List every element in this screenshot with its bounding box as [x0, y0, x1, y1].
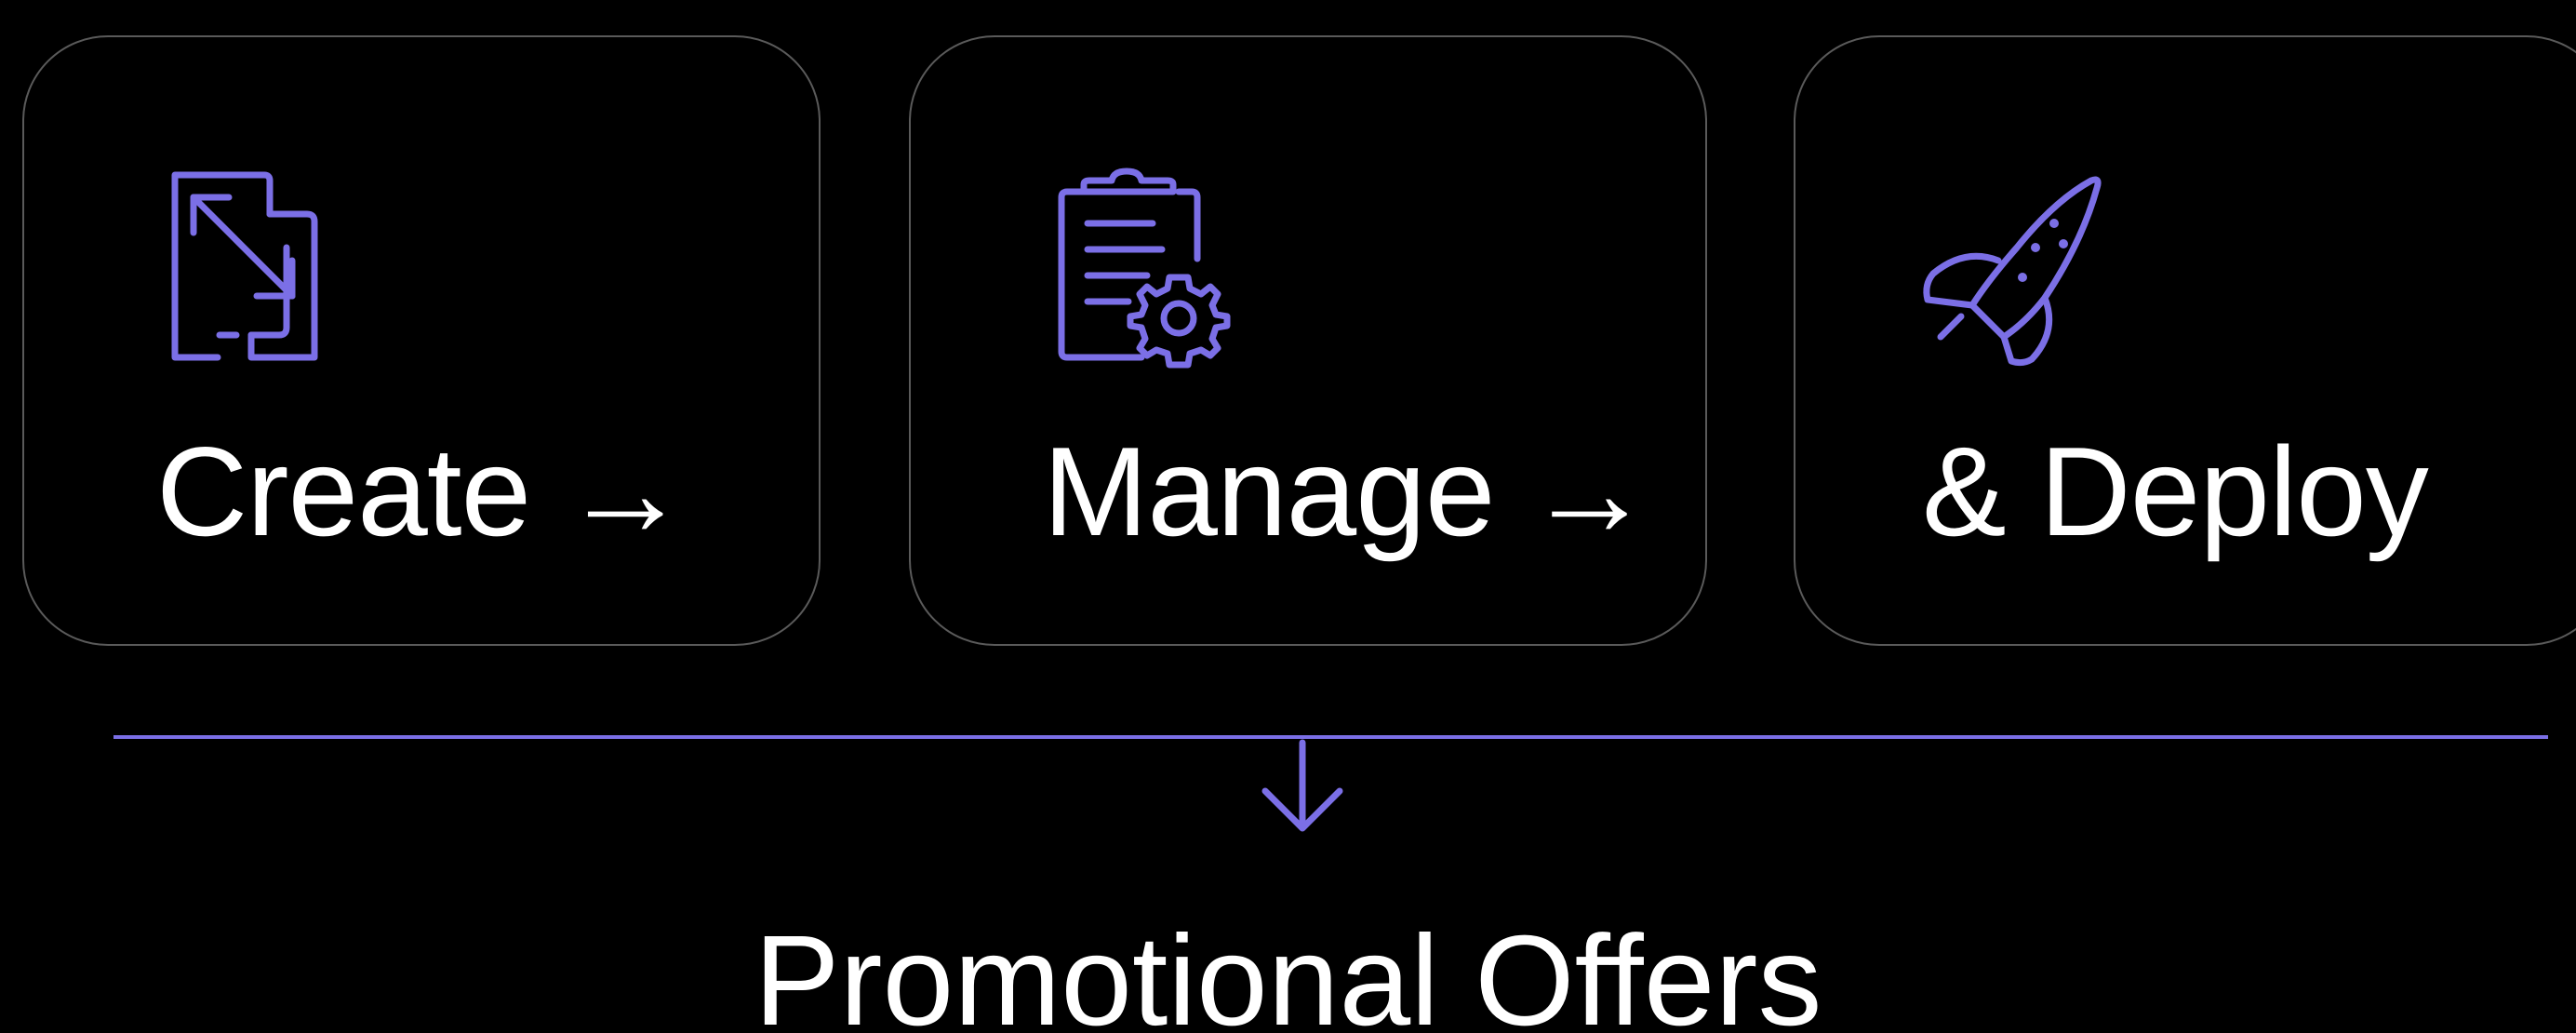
resize-windows-icon	[153, 158, 367, 372]
card-manage: Manage →	[909, 35, 1707, 646]
rocket-icon	[1915, 158, 2129, 372]
arrow-right-icon: →	[1526, 421, 1652, 562]
card-label: Create →	[156, 428, 688, 555]
clipboard-gear-icon	[1039, 158, 1253, 372]
card-title-manage: Manage	[1043, 421, 1495, 562]
card-label: & Deploy	[1922, 428, 2429, 555]
arrow-right-icon: →	[562, 421, 688, 562]
card-deploy: & Deploy	[1794, 35, 2576, 646]
result-label: Promotional Offers	[754, 909, 1822, 1033]
arrow-down-icon	[1258, 739, 1347, 834]
card-create: Create →	[22, 35, 821, 646]
card-title-deploy: & Deploy	[1922, 421, 2429, 562]
card-title-create: Create	[156, 421, 531, 562]
card-label: Manage →	[1043, 428, 1652, 555]
